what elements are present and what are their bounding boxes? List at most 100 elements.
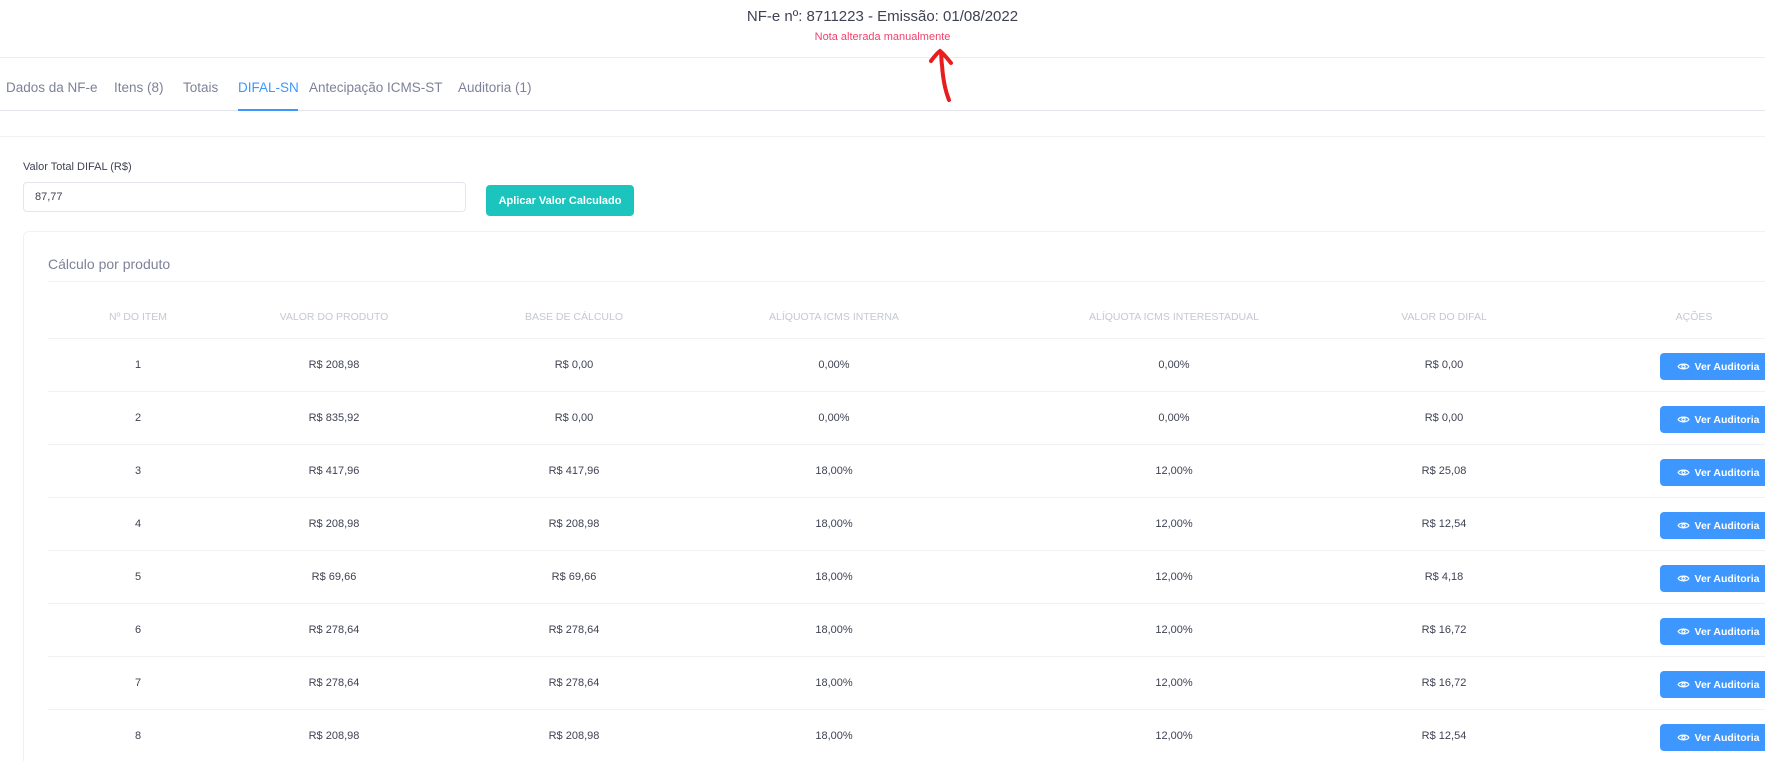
cell-interstate-icms-rate: 12,00% bbox=[1155, 571, 1193, 583]
tab-dados-nfe[interactable]: Dados da NF-e bbox=[6, 80, 100, 111]
cell-product-value: R$ 835,92 bbox=[308, 412, 360, 424]
eye-icon bbox=[1676, 734, 1690, 741]
column-header-internal-icms-rate: Alíquota ICMS interna bbox=[769, 311, 899, 323]
cell-product-value: R$ 278,64 bbox=[308, 624, 360, 636]
cell-interstate-icms-rate: 12,00% bbox=[1155, 465, 1193, 477]
table-row: 4 R$ 208,98 R$ 208,98 18,00% 12,00% R$ 12,54 V… bbox=[48, 498, 1765, 551]
column-header-interstate-icms-rate: Alíquota ICMS interestadual bbox=[1089, 311, 1259, 323]
table-row: 6 R$ 278,64 R$ 278,64 18,00% 12,00% R$ 16,72 V… bbox=[48, 604, 1765, 657]
cell-internal-icms-rate: 0,00% bbox=[818, 412, 850, 424]
cell-internal-icms-rate: 18,00% bbox=[815, 624, 853, 636]
cell-difal-value: R$ 0,00 bbox=[1424, 359, 1464, 371]
view-audit-label: Ver Auditoria bbox=[1694, 519, 1760, 532]
section-divider bbox=[0, 136, 1765, 137]
cell-difal-value: R$ 12,54 bbox=[1421, 730, 1467, 742]
page-header: NF-e nº: 8711223 - Emissão: 01/08/2022 N… bbox=[0, 0, 1765, 58]
tab-auditoria[interactable]: Auditoria (1) bbox=[458, 80, 532, 111]
view-audit-button[interactable]: Ver Auditoria bbox=[1660, 724, 1765, 751]
eye-icon bbox=[1676, 628, 1690, 635]
card-divider bbox=[48, 281, 1765, 282]
view-audit-label: Ver Auditoria bbox=[1694, 678, 1760, 691]
cell-calculation-base: R$ 208,98 bbox=[548, 518, 600, 530]
cell-internal-icms-rate: 18,00% bbox=[815, 677, 853, 689]
tab-itens[interactable]: Itens (8) bbox=[114, 80, 166, 111]
cell-product-value: R$ 208,98 bbox=[308, 730, 360, 742]
cell-interstate-icms-rate: 12,00% bbox=[1155, 624, 1193, 636]
nfe-title: NF-e nº: 8711223 - Emissão: 01/08/2022 bbox=[746, 8, 1019, 25]
column-header-product-value: Valor do produto bbox=[279, 311, 389, 323]
cell-product-value: R$ 278,64 bbox=[308, 677, 360, 689]
apply-calculated-value-button[interactable]: Aplicar Valor Calculado bbox=[486, 185, 634, 216]
cell-item-number: 4 bbox=[134, 518, 142, 530]
cell-item-number: 3 bbox=[134, 465, 142, 477]
view-audit-label: Ver Auditoria bbox=[1694, 360, 1760, 373]
cell-interstate-icms-rate: 12,00% bbox=[1155, 730, 1193, 742]
eye-icon bbox=[1676, 522, 1690, 529]
cell-item-number: 2 bbox=[134, 412, 142, 424]
eye-icon bbox=[1676, 469, 1690, 476]
cell-item-number: 6 bbox=[134, 624, 142, 636]
cell-difal-value: R$ 0,00 bbox=[1424, 412, 1464, 424]
cell-difal-value: R$ 12,54 bbox=[1421, 518, 1467, 530]
cell-internal-icms-rate: 18,00% bbox=[815, 518, 853, 530]
column-header-difal-value: Valor do DIFAL bbox=[1401, 311, 1487, 323]
manual-change-note: Nota alterada manualmente bbox=[814, 31, 951, 43]
view-audit-button[interactable]: Ver Auditoria bbox=[1660, 512, 1765, 539]
cell-product-value: R$ 417,96 bbox=[308, 465, 360, 477]
table-row: 1 R$ 208,98 R$ 0,00 0,00% 0,00% R$ 0,00 Ver Au… bbox=[48, 339, 1765, 392]
tab-bar: Dados da NF-e Itens (8) Totais DIFAL-SN … bbox=[0, 80, 1765, 111]
cell-internal-icms-rate: 0,00% bbox=[818, 359, 850, 371]
view-audit-label: Ver Auditoria bbox=[1694, 731, 1760, 744]
cell-difal-value: R$ 16,72 bbox=[1421, 677, 1467, 689]
view-audit-button[interactable]: Ver Auditoria bbox=[1660, 565, 1765, 592]
table-row: 3 R$ 417,96 R$ 417,96 18,00% 12,00% R$ 25,08 V… bbox=[48, 445, 1765, 498]
view-audit-label: Ver Auditoria bbox=[1694, 625, 1760, 638]
card-title: Cálculo por produto bbox=[48, 256, 171, 272]
difal-total-label: Valor Total DIFAL (R$) bbox=[23, 161, 132, 173]
cell-calculation-base: R$ 278,64 bbox=[548, 677, 600, 689]
table-row: 5 R$ 69,66 R$ 69,66 18,00% 12,00% R$ 4,18 Ver … bbox=[48, 551, 1765, 604]
calculation-card: Cálculo por produto Nº do item Valor do … bbox=[23, 231, 1765, 761]
cell-calculation-base: R$ 208,98 bbox=[548, 730, 600, 742]
view-audit-label: Ver Auditoria bbox=[1694, 413, 1760, 426]
tab-totais[interactable]: Totais bbox=[183, 80, 221, 111]
eye-icon bbox=[1676, 575, 1690, 582]
difal-total-input[interactable] bbox=[23, 182, 466, 212]
view-audit-button[interactable]: Ver Auditoria bbox=[1660, 671, 1765, 698]
cell-calculation-base: R$ 69,66 bbox=[551, 571, 597, 583]
column-header-actions: Ações bbox=[1675, 311, 1713, 323]
cell-item-number: 7 bbox=[134, 677, 142, 689]
cell-difal-value: R$ 16,72 bbox=[1421, 624, 1467, 636]
table-row: 7 R$ 278,64 R$ 278,64 18,00% 12,00% R$ 16,72 V… bbox=[48, 657, 1765, 710]
view-audit-button[interactable]: Ver Auditoria bbox=[1660, 459, 1765, 486]
cell-internal-icms-rate: 18,00% bbox=[815, 571, 853, 583]
cell-interstate-icms-rate: 0,00% bbox=[1158, 412, 1190, 424]
cell-calculation-base: R$ 0,00 bbox=[554, 359, 594, 371]
view-audit-button[interactable]: Ver Auditoria bbox=[1660, 406, 1765, 433]
cell-interstate-icms-rate: 0,00% bbox=[1158, 359, 1190, 371]
cell-item-number: 1 bbox=[134, 359, 142, 371]
cell-item-number: 5 bbox=[134, 571, 142, 583]
cell-calculation-base: R$ 417,96 bbox=[548, 465, 600, 477]
cell-difal-value: R$ 4,18 bbox=[1424, 571, 1464, 583]
eye-icon bbox=[1676, 416, 1690, 423]
cell-internal-icms-rate: 18,00% bbox=[815, 730, 853, 742]
tab-difal-sn[interactable]: DIFAL-SN bbox=[238, 80, 299, 111]
column-header-item-number: Nº do item bbox=[108, 311, 168, 323]
column-header-calculation-base: Base de cálculo bbox=[524, 311, 624, 323]
eye-icon bbox=[1676, 363, 1690, 370]
cell-calculation-base: R$ 0,00 bbox=[554, 412, 594, 424]
cell-internal-icms-rate: 18,00% bbox=[815, 465, 853, 477]
tab-antecipacao-icms-st[interactable]: Antecipação ICMS-ST bbox=[309, 80, 443, 111]
view-audit-button[interactable]: Ver Auditoria bbox=[1660, 618, 1765, 645]
cell-interstate-icms-rate: 12,00% bbox=[1155, 677, 1193, 689]
view-audit-button[interactable]: Ver Auditoria bbox=[1660, 353, 1765, 380]
view-audit-label: Ver Auditoria bbox=[1694, 466, 1760, 479]
cell-calculation-base: R$ 278,64 bbox=[548, 624, 600, 636]
cell-interstate-icms-rate: 12,00% bbox=[1155, 518, 1193, 530]
cell-product-value: R$ 208,98 bbox=[308, 359, 360, 371]
cell-product-value: R$ 69,66 bbox=[311, 571, 357, 583]
table-row: 8 R$ 208,98 R$ 208,98 18,00% 12,00% R$ 12,54 V… bbox=[48, 710, 1765, 761]
table-row: 2 R$ 835,92 R$ 0,00 0,00% 0,00% R$ 0,00 Ver Au… bbox=[48, 392, 1765, 445]
cell-difal-value: R$ 25,08 bbox=[1421, 465, 1467, 477]
